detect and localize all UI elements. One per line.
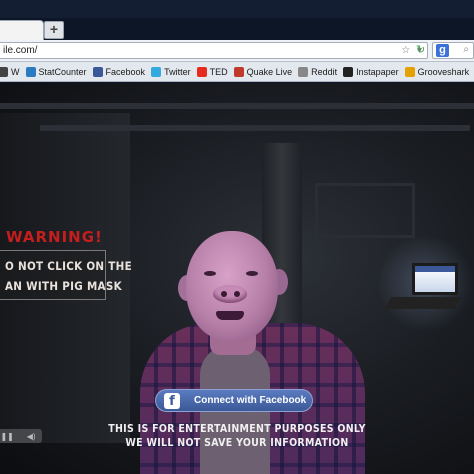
bookmark-label: Facebook [105, 66, 146, 77]
tab-strip [0, 18, 474, 40]
connect-button-label: Connect with Facebook [194, 395, 307, 406]
right-eye [246, 271, 258, 276]
bookmark-label: TED [209, 66, 228, 77]
ceiling-beam [0, 103, 474, 109]
url-text: ile.com/ [3, 45, 38, 56]
disclaimer-line-2: WE WILL NOT SAVE YOUR INFORMATION [125, 437, 349, 449]
browser-tab[interactable] [0, 20, 44, 40]
laptop-screen [412, 263, 458, 295]
laptop-keyboard [384, 297, 462, 309]
bookmark-statcounter[interactable]: StatCounter [25, 66, 87, 77]
warning-line-1: O NOT CLICK ON THE [5, 259, 132, 273]
nostril [221, 291, 227, 297]
bookmarks-bar: W StatCounter Facebook Twitter TED Quake Live… [0, 62, 474, 82]
bookmark-instapaper[interactable]: Instapaper [343, 66, 399, 77]
statcounter-icon [25, 66, 36, 77]
warning-title: WARNING! [6, 228, 103, 246]
bookmark-label: Grooveshark [417, 66, 470, 77]
pig-snout [213, 285, 247, 303]
navigation-bar: ile.com/ ☆ ▾ ↻ g ⌕ [0, 40, 474, 62]
ted-icon [196, 66, 207, 77]
ceiling-beam [40, 125, 470, 131]
search-box[interactable]: g ⌕ [432, 42, 474, 59]
google-icon: g [436, 44, 449, 57]
bookmark-label: StatCounter [38, 66, 87, 77]
reload-icon[interactable]: ↻ [416, 43, 425, 56]
bookmark-label: Reddit [311, 66, 338, 77]
bookmark-twitter[interactable]: Twitter [151, 66, 191, 77]
facebook-icon: f [164, 392, 180, 409]
grooveshark-icon [404, 66, 415, 77]
facebook-icon [92, 66, 103, 77]
page-content: WARNING! O NOT CLICK ON THE AN WITH PIG … [0, 83, 474, 474]
twitter-icon [151, 66, 162, 77]
search-icon[interactable]: ⌕ [463, 44, 469, 55]
warning-box: O NOT CLICK ON THE AN WITH PIG MASK [0, 250, 132, 300]
bookmark-label: Twitter [164, 66, 191, 77]
disclaimer-line-1: THIS IS FOR ENTERTAINMENT PURPOSES ONLY [108, 423, 366, 435]
mouth [216, 311, 244, 320]
bookmark-label: Quake Live [246, 66, 293, 77]
bookmark-w[interactable]: W [0, 66, 20, 77]
bookmark-reddit[interactable]: Reddit [298, 66, 338, 77]
bookmark-facebook[interactable]: Facebook [92, 66, 146, 77]
quake-live-icon [233, 66, 244, 77]
bookmark-label: W [11, 66, 20, 77]
connect-with-facebook-button[interactable]: f Connect with Facebook [155, 389, 313, 412]
bookmark-grooveshark[interactable]: Grooveshark [404, 66, 470, 77]
window-titlebar [0, 0, 474, 18]
bookmark-ted[interactable]: TED [196, 66, 228, 77]
bookmark-quake-live[interactable]: Quake Live [233, 66, 293, 77]
nostril [234, 291, 240, 297]
bookmark-label: Instapaper [356, 66, 399, 77]
instapaper-icon [343, 66, 354, 77]
shelf [315, 183, 415, 238]
left-eye [204, 271, 216, 276]
address-bar[interactable]: ile.com/ ☆ ▾ [0, 42, 428, 59]
new-tab-button[interactable]: + [44, 21, 64, 39]
wikipedia-icon [0, 66, 8, 77]
warning-line-2: AN WITH PIG MASK [5, 279, 122, 293]
reddit-icon [298, 66, 309, 77]
